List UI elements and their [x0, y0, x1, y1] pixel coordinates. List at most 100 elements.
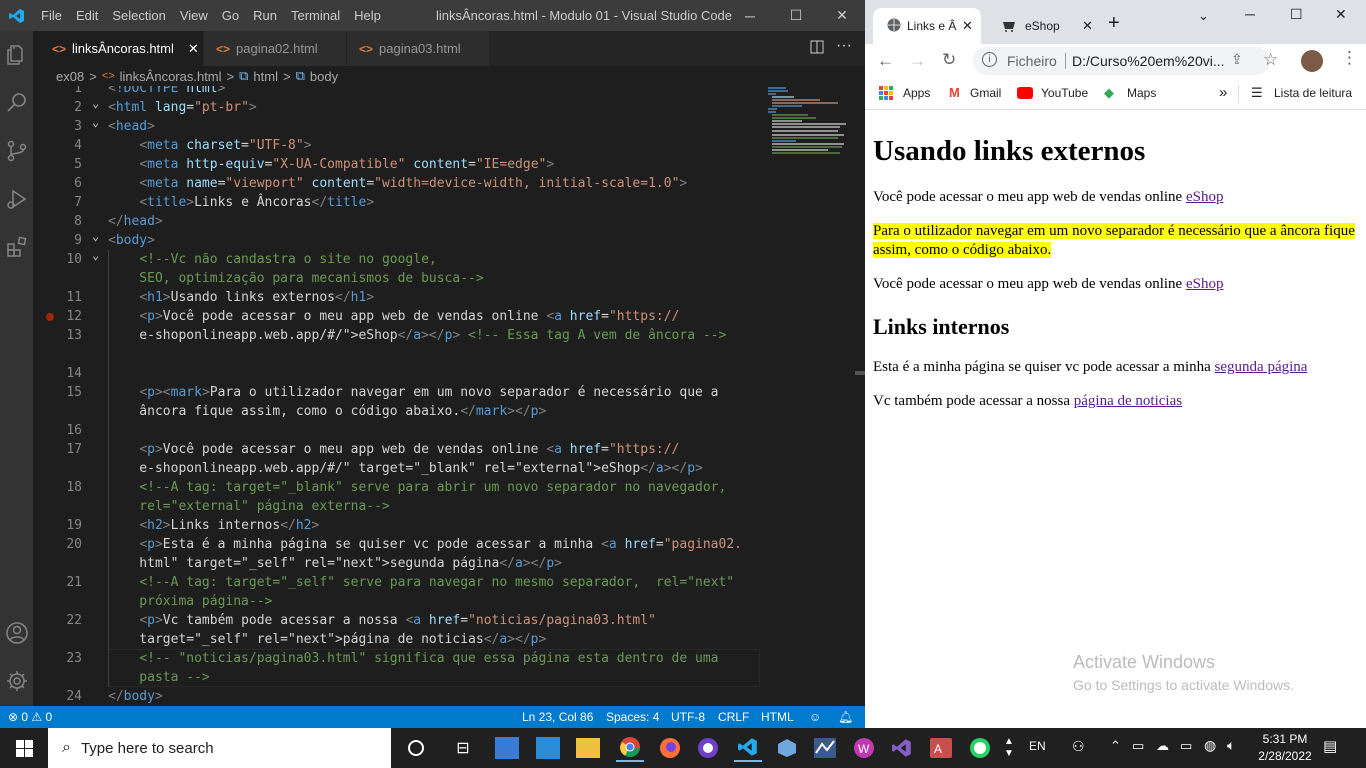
- code-line[interactable]: 10 <!--Vc não candastra o site no google…: [40, 250, 760, 269]
- breadcrumb-file[interactable]: linksÂncoras.html: [120, 69, 222, 84]
- menu-go[interactable]: Go: [215, 8, 246, 23]
- indentation[interactable]: Spaces: 4: [606, 710, 659, 724]
- share-icon[interactable]: ⇪: [1231, 51, 1243, 68]
- menu-view[interactable]: View: [173, 8, 215, 23]
- task-view-icon[interactable]: [402, 734, 430, 762]
- source-control-icon[interactable]: [0, 127, 33, 175]
- code-line[interactable]: [40, 345, 760, 364]
- chrome-maximize-button[interactable]: ☐: [1290, 6, 1303, 23]
- whatsapp-icon[interactable]: [966, 734, 994, 762]
- tab-pagina03[interactable]: <> pagina03.html: [347, 31, 490, 66]
- breakpoint-icon[interactable]: [46, 313, 54, 321]
- breadcrumb-body[interactable]: body: [310, 69, 338, 84]
- split-editor-icon[interactable]: [810, 40, 824, 57]
- run-debug-icon[interactable]: [0, 175, 33, 223]
- reload-icon[interactable]: ↻: [942, 50, 956, 70]
- settings-gear-icon[interactable]: [0, 657, 33, 705]
- more-bookmarks-chevron-icon[interactable]: »: [1219, 84, 1227, 101]
- code-line[interactable]: SEO, optimização para mecanismos de busc…: [40, 269, 760, 288]
- breadcrumb-folder[interactable]: ex08: [56, 69, 84, 84]
- bookmark-star-icon[interactable]: ☆: [1263, 50, 1278, 70]
- eol[interactable]: CRLF: [718, 710, 749, 724]
- tray-chevron-icon[interactable]: ⌃: [1110, 738, 1121, 754]
- code-line[interactable]: 5 <meta http-equiv="X-UA-Compatible" con…: [40, 155, 760, 174]
- file-explorer-icon[interactable]: [576, 738, 600, 758]
- accounts-icon[interactable]: [0, 609, 33, 657]
- close-tab-icon[interactable]: ✕: [1082, 18, 1093, 34]
- menu-selection[interactable]: Selection: [105, 8, 172, 23]
- editor-scrollbar[interactable]: [853, 86, 865, 706]
- eshop-link[interactable]: eShop: [1186, 189, 1224, 205]
- people-icon[interactable]: ⚇: [1072, 738, 1085, 755]
- bookmark-gmail[interactable]: Gmail: [970, 86, 1001, 100]
- firefox-icon[interactable]: [656, 734, 684, 762]
- menu-run[interactable]: Run: [246, 8, 284, 23]
- app-icon-w[interactable]: W: [850, 734, 878, 762]
- github-desktop-icon[interactable]: [694, 734, 722, 762]
- address-bar[interactable]: i Ficheiro D:/Curso%20em%20vi... ⇪: [973, 47, 1270, 75]
- tab-pagina02[interactable]: <> pagina02.html: [204, 31, 347, 66]
- code-line[interactable]: 11 <h1>Usando links externos</h1>: [40, 288, 760, 307]
- code-line[interactable]: rel="external" página externa-->: [40, 497, 760, 516]
- taskbar-search[interactable]: ⌕ Type here to search: [48, 728, 391, 768]
- code-line[interactable]: 4 <meta charset="UTF-8">: [40, 136, 760, 155]
- code-line[interactable]: 16: [40, 421, 760, 440]
- new-tab-plus-icon[interactable]: +: [1108, 12, 1120, 35]
- code-line[interactable]: próxima página-->: [40, 592, 760, 611]
- bookmark-maps[interactable]: Maps: [1127, 86, 1156, 100]
- explorer-icon[interactable]: [0, 31, 33, 79]
- fold-chevron-icon[interactable]: ⌄: [92, 115, 99, 129]
- minimize-button[interactable]: ─: [727, 0, 773, 31]
- forward-arrow-icon[interactable]: →: [909, 51, 926, 71]
- noticias-link[interactable]: página de noticias: [1074, 393, 1182, 409]
- close-tab-icon[interactable]: ✕: [188, 41, 199, 57]
- bookmark-apps[interactable]: Apps: [903, 86, 930, 100]
- tab-linksancoras[interactable]: <> linksÂncoras.html ✕: [40, 31, 204, 66]
- code-line[interactable]: target="_self" rel="next">página de noti…: [40, 630, 760, 649]
- profile-avatar[interactable]: [1301, 50, 1323, 72]
- volume-icon[interactable]: 🔈︎: [1227, 737, 1235, 754]
- feedback-icon[interactable]: ☺: [809, 710, 821, 724]
- chrome-tab-links[interactable]: Links e Â ✕: [873, 8, 981, 44]
- chrome-close-button[interactable]: ✕: [1335, 6, 1347, 23]
- fold-chevron-icon[interactable]: ⌄: [92, 229, 99, 243]
- code-line[interactable]: 12 <p>Você pode acessar o meu app web de…: [40, 307, 760, 326]
- eshop-link-blank[interactable]: eShop: [1186, 276, 1224, 292]
- code-line[interactable]: e-shoponlineapp.web.app/#/" target="_bla…: [40, 459, 760, 478]
- extensions-icon[interactable]: [0, 223, 33, 271]
- clock[interactable]: 5:31 PM 2/28/2022: [1257, 731, 1313, 765]
- menu-file[interactable]: File: [34, 8, 69, 23]
- encoding[interactable]: UTF-8: [671, 710, 705, 724]
- code-line[interactable]: 9 <body>: [40, 231, 760, 250]
- code-line[interactable]: 1 <!DOCTYPE html>: [40, 86, 760, 98]
- close-button[interactable]: ✕: [819, 0, 865, 31]
- code-line[interactable]: âncora fique assim, como o código abaixo…: [40, 402, 760, 421]
- bookmark-youtube[interactable]: YouTube: [1041, 86, 1088, 100]
- close-tab-icon[interactable]: ✕: [962, 18, 973, 34]
- meet-now-icon[interactable]: ▭: [1132, 738, 1144, 754]
- code-editor[interactable]: 1 <!DOCTYPE html> 2 <html lang="pt-br"> 3 <he…: [40, 86, 760, 706]
- network-globe-icon[interactable]: ◍: [1204, 737, 1216, 754]
- widgets-icon[interactable]: ⊟: [449, 734, 477, 762]
- notifications-bell-icon[interactable]: 🔔︎: [838, 710, 853, 724]
- chrome-taskbar-icon[interactable]: [616, 734, 644, 762]
- notifications-icon[interactable]: ▤: [1323, 737, 1337, 755]
- fold-chevron-icon[interactable]: ⌄: [92, 96, 99, 110]
- search-icon[interactable]: [0, 79, 33, 127]
- code-line[interactable]: 19 <h2>Links internos</h2>: [40, 516, 760, 535]
- battery-icon[interactable]: ▭: [1180, 738, 1192, 754]
- minimap[interactable]: [768, 86, 853, 156]
- fold-chevron-icon[interactable]: ⌄: [92, 248, 99, 262]
- code-line[interactable]: 21 <!--A tag: target="_self" serve para …: [40, 573, 760, 592]
- chrome-minimize-button[interactable]: ─: [1245, 6, 1255, 22]
- code-line[interactable]: 3 <head>: [40, 117, 760, 136]
- app-icon-2[interactable]: [536, 737, 560, 759]
- code-line[interactable]: 13 e-shoponlineapp.web.app/#/">eShop</a>…: [40, 326, 760, 345]
- wireshark-icon[interactable]: [811, 734, 839, 762]
- access-icon[interactable]: A: [927, 734, 955, 762]
- info-icon[interactable]: i: [982, 52, 997, 67]
- code-line[interactable]: 17 <p>Você pode acessar o meu app web de…: [40, 440, 760, 459]
- code-line[interactable]: 7 <title>Links e Âncoras</title>: [40, 193, 760, 212]
- language-mode[interactable]: HTML: [761, 710, 794, 724]
- problems-status[interactable]: ⊗ 0 ⚠ 0: [8, 710, 52, 724]
